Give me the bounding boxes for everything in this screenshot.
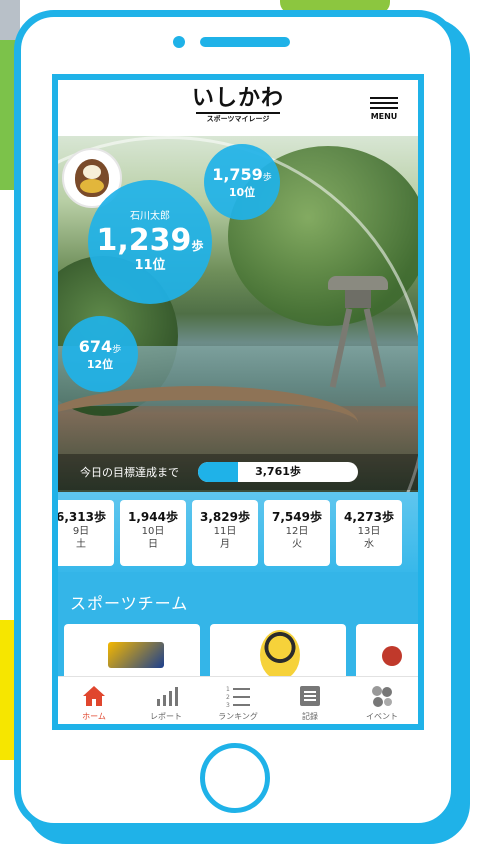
daily-card[interactable]: 7,549歩 12日 火 — [264, 500, 330, 566]
daily-weekday: 月 — [220, 539, 230, 550]
daily-weekday: 火 — [292, 539, 302, 550]
daruma-avatar-icon — [75, 159, 109, 197]
rank-above-unit: 歩 — [262, 172, 272, 183]
app-logo[interactable]: いしかわ スポーツマイレージ — [188, 86, 288, 124]
daily-date: 11日 — [213, 526, 237, 537]
daily-steps: 3,829歩 — [200, 510, 250, 524]
rank-bubble-below[interactable]: 674歩 12位 — [62, 316, 138, 392]
rank-below-unit: 歩 — [112, 344, 122, 355]
goal-remaining: 3,761歩 — [255, 465, 301, 478]
tab-ranking[interactable]: 123 ランキング — [202, 683, 274, 722]
sports-section-title: スポーツチーム — [70, 594, 189, 613]
phone-speaker — [200, 37, 290, 47]
daily-weekday: 日 — [148, 539, 158, 550]
team-logo-icon — [382, 646, 402, 666]
tab-home[interactable]: ホーム — [58, 683, 130, 722]
daily-steps: 1,944歩 — [128, 510, 178, 524]
svg-text:2: 2 — [226, 694, 230, 701]
bar-chart-icon — [130, 683, 202, 709]
daily-steps: 6,313歩 — [56, 510, 106, 524]
goal-label: 今日の目標達成まで — [80, 466, 179, 479]
bee-mascot-logo-icon — [260, 630, 300, 680]
daily-steps: 4,273歩 — [344, 510, 394, 524]
tab-record[interactable]: 記録 — [274, 683, 346, 722]
home-icon — [58, 683, 130, 709]
app-header: いしかわ スポーツマイレージ MENU — [58, 80, 418, 136]
tab-event-label: イベント — [366, 712, 398, 721]
tab-report[interactable]: レポート — [130, 683, 202, 722]
ranking-list-icon: 123 — [202, 683, 274, 709]
record-icon — [274, 683, 346, 709]
event-icon — [346, 683, 418, 709]
daily-date: 13日 — [357, 526, 381, 537]
user-steps-unit: 歩 — [191, 239, 204, 253]
tab-report-label: レポート — [150, 712, 182, 721]
logo-main-text: いしかわ — [191, 86, 284, 111]
hero-ranking-area: 1,759歩 10位 石川太郎 1,239歩 11位 674歩 12位 今日の目… — [58, 136, 418, 492]
daily-date: 12日 — [285, 526, 309, 537]
rank-above-position: 10位 — [228, 185, 256, 199]
user-steps: 1,239 — [96, 223, 192, 258]
tab-record-label: 記録 — [302, 712, 318, 721]
daily-card[interactable]: 1,944歩 10日 日 — [120, 500, 186, 566]
rank-below-position: 12位 — [86, 357, 114, 371]
tab-home-label: ホーム — [82, 712, 106, 721]
hamburger-icon-bar — [370, 102, 398, 104]
team-card[interactable] — [64, 624, 200, 684]
user-rank: 11位 — [134, 258, 166, 273]
menu-button[interactable]: MENU — [364, 94, 404, 121]
phone-home-button[interactable] — [200, 743, 270, 813]
daily-card[interactable]: 3,829歩 11日 月 — [192, 500, 258, 566]
hamburger-icon-bar — [370, 107, 398, 109]
svg-text:1: 1 — [226, 686, 230, 693]
daily-weekday: 土 — [76, 539, 86, 550]
daily-weekday: 水 — [364, 539, 374, 550]
menu-label: MENU — [370, 112, 398, 121]
daily-steps-strip: 6,313歩 9日 土 1,944歩 10日 日 3,829歩 11日 月 7,… — [58, 492, 418, 572]
daily-card[interactable]: 6,313歩 9日 土 — [56, 500, 114, 566]
daily-goal-bar: 今日の目標達成まで 3,761歩 — [58, 454, 418, 490]
sports-team-section: スポーツチーム — [58, 572, 418, 684]
daily-card[interactable]: 4,273歩 13日 水 — [336, 500, 402, 566]
daily-steps: 7,549歩 — [272, 510, 322, 524]
team-card[interactable] — [210, 624, 346, 684]
hamburger-icon-bar — [370, 97, 398, 99]
rank-bubble-above[interactable]: 1,759歩 10位 — [204, 144, 280, 220]
logo-sub-text: スポーツマイレージ — [196, 112, 280, 124]
user-name: 石川太郎 — [130, 211, 170, 222]
million-stars-logo-icon — [108, 642, 164, 668]
bottom-tab-bar: ホーム レポート 123 ランキング 記録 イベント — [58, 676, 418, 724]
svg-text:3: 3 — [226, 702, 230, 708]
tab-event[interactable]: イベント — [346, 683, 418, 722]
goal-progress: 3,761歩 — [198, 462, 358, 482]
tab-ranking-label: ランキング — [218, 712, 258, 721]
rank-below-steps: 674 — [78, 336, 113, 356]
app-screen: いしかわ スポーツマイレージ MENU 1,759歩 10位 石川太郎 1,23… — [52, 74, 424, 730]
rank-above-steps: 1,759 — [212, 164, 263, 184]
rank-bubble-user[interactable]: 石川太郎 1,239歩 11位 — [88, 180, 212, 304]
daily-date: 10日 — [141, 526, 165, 537]
daily-date: 9日 — [72, 526, 90, 537]
phone-camera — [173, 36, 185, 48]
team-card[interactable] — [356, 624, 418, 684]
